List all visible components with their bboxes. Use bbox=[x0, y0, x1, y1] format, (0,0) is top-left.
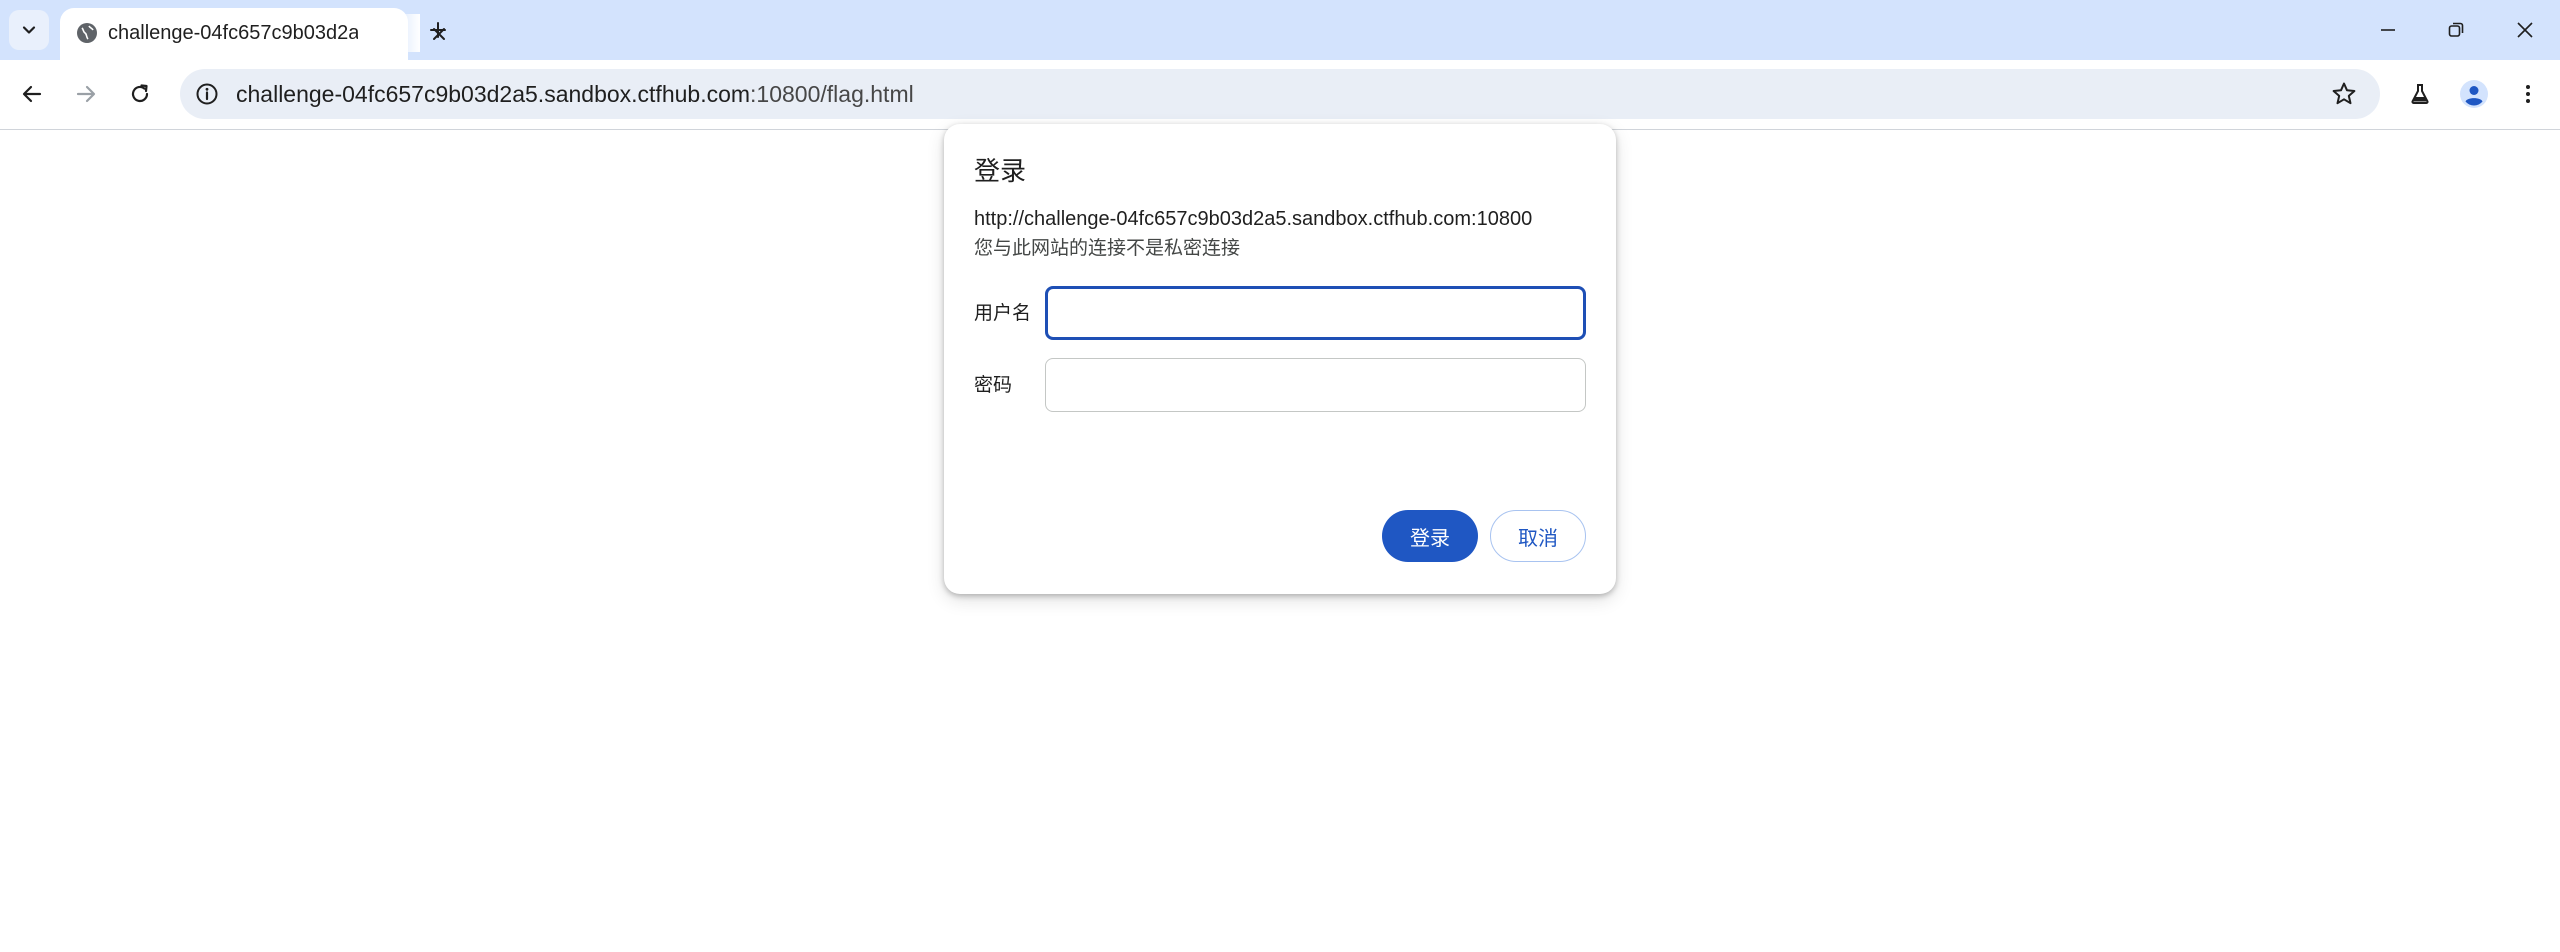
labs-flask-icon bbox=[2411, 84, 2429, 104]
dialog-warning: 您与此网站的连接不是私密连接 bbox=[974, 238, 1241, 259]
profile-icon bbox=[2460, 80, 2488, 108]
profile-button[interactable] bbox=[2454, 74, 2494, 114]
tab-strip: challenge-04fc657c9b03d2a5.sandbox.ctfhu… bbox=[0, 0, 2560, 60]
forward-button[interactable] bbox=[66, 74, 106, 114]
minimize-button[interactable] bbox=[2353, 0, 2423, 60]
url-host: challenge-04fc657c9b03d2a5.sandbox.ctfhu… bbox=[236, 81, 751, 107]
bookmark-star-icon[interactable] bbox=[2330, 80, 2358, 108]
restore-button[interactable] bbox=[2421, 0, 2491, 60]
back-icon bbox=[22, 85, 42, 103]
http-auth-dialog: 登录 http://challenge-04fc657c9b03d2a5.san… bbox=[944, 124, 1616, 594]
username-label: 用户名 bbox=[974, 303, 1032, 324]
url-text[interactable]: challenge-04fc657c9b03d2a5.sandbox.ctfhu… bbox=[236, 80, 914, 108]
globe-icon bbox=[77, 23, 97, 43]
menu-dots-icon bbox=[2526, 85, 2530, 103]
toolbar: challenge-04fc657c9b03d2a5.sandbox.ctfhu… bbox=[0, 60, 2560, 130]
chevron-down-icon bbox=[22, 26, 36, 34]
new-tab-button[interactable] bbox=[418, 10, 458, 50]
password-input[interactable] bbox=[1045, 358, 1586, 412]
close-icon bbox=[2517, 22, 2533, 38]
window-close-button[interactable] bbox=[2490, 0, 2560, 60]
cancel-button[interactable]: 取消 bbox=[1490, 510, 1586, 562]
login-button[interactable]: 登录 bbox=[1382, 510, 1478, 562]
plus-icon bbox=[430, 22, 446, 38]
url-path: :10800/flag.html bbox=[750, 81, 914, 107]
reload-button[interactable] bbox=[120, 74, 160, 114]
password-label: 密码 bbox=[974, 375, 1013, 396]
back-button[interactable] bbox=[12, 74, 52, 114]
menu-button[interactable] bbox=[2508, 74, 2548, 114]
dialog-origin: http://challenge-04fc657c9b03d2a5.sandbo… bbox=[974, 208, 1533, 230]
username-input[interactable] bbox=[1045, 286, 1586, 340]
labs-button[interactable] bbox=[2400, 74, 2440, 114]
site-info-icon[interactable] bbox=[194, 81, 220, 107]
minimize-icon bbox=[2381, 29, 2395, 31]
active-tab[interactable]: challenge-04fc657c9b03d2a5.sandbox.ctfhu… bbox=[60, 8, 445, 60]
address-bar[interactable]: challenge-04fc657c9b03d2a5.sandbox.ctfhu… bbox=[180, 69, 2380, 119]
dialog-title: 登录 bbox=[974, 156, 1027, 186]
tab-title-fade bbox=[390, 14, 420, 52]
tab-search-button[interactable] bbox=[9, 10, 49, 50]
restore-icon bbox=[2448, 22, 2464, 37]
tab-title: challenge-04fc657c9b03d2a5.sandbox.ctfhu… bbox=[108, 22, 358, 44]
reload-icon bbox=[131, 84, 149, 103]
forward-icon bbox=[76, 85, 96, 103]
